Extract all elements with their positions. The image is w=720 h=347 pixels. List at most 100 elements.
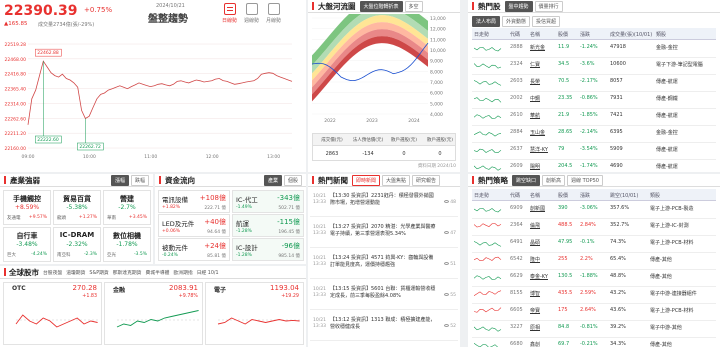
table-row[interactable]: 6542 隆中 255 2.2% 65.4% 傳產-其他 <box>472 253 716 270</box>
view-switcher: 日線勢 週線勢 月線勢 <box>222 3 281 24</box>
global-name: OTC <box>12 285 26 292</box>
news-item[interactable]: 10/21 13:33 【13:15 投資訊】5601 台聯：貨櫃運輸營收穩定成長，… <box>310 283 458 310</box>
sector-card[interactable]: 自行車 -3.48% 巨大 -4.24% <box>3 227 51 262</box>
flow-card[interactable]: 航運 -115億 -1.28% 196.45 億 <box>232 214 304 237</box>
table-row[interactable]: 6629 泰金-KY 130.5 -1.88% 48.8% 傳產-其他 <box>472 270 716 287</box>
table-row[interactable]: 3227 原相 84.8 -0.81% 39.2% 電子中游-其他 <box>472 321 716 338</box>
news-item[interactable]: 10/21 13:33 【13:24 投資訊】4571 鈞興-KY：齒輪與設備訂單能… <box>310 252 458 279</box>
news-item[interactable]: 10/21 13:33 【13:27 投資訊】2070 精湛：光學產業與醫療電子持續… <box>310 221 458 248</box>
table-row[interactable]: 2364 倫飛 488.5 2.84% 352.7% 電子上游-IC-封測 <box>472 219 716 236</box>
flow-card[interactable]: IC-設計 -96億 -1.28% 985.14 億 <box>232 238 304 261</box>
table-row[interactable]: 6605 帝寶 175 2.64% 43.6% 電子上游-PCB-材料 <box>472 304 716 321</box>
sector-card[interactable]: 貿易百貨 -5.38% 龍頭 +1.27% <box>53 190 101 225</box>
stock-name[interactable]: 晶碩 <box>530 239 540 246</box>
tab-institutional[interactable]: 法人布局 <box>472 16 501 27</box>
table-header: 日走勢 代碼 名稱 股價 漲跌 跳空(10/01) 類股 <box>472 189 716 201</box>
stock-change: 2.2% <box>580 256 593 262</box>
tab-losers[interactable]: 跌幅 <box>130 174 149 186</box>
stock-name[interactable]: 帝寶 <box>530 307 540 314</box>
tab-volume-rank[interactable]: 價量排行 <box>534 0 563 12</box>
tab-global-market[interactable]: S&P期貨 <box>88 268 110 276</box>
news-item[interactable]: 10/21 13:33 【13:12 投資訊】1313 聯成：積極擴建產能，營收穩健… <box>310 314 458 341</box>
tab-trust[interactable]: 投信買超 <box>532 16 561 27</box>
table-row[interactable]: 2888 新光金 11.9 -1.24% 47918 金融-金控 <box>472 41 716 58</box>
monthly-view-button[interactable]: 月線勢 <box>266 3 281 24</box>
stock-gap: 74.3% <box>610 239 626 245</box>
tab-market-focus[interactable]: 大盤焦點 <box>382 174 411 186</box>
weekly-view-button[interactable]: 週線勢 <box>244 3 259 24</box>
stock-name[interactable]: 隆中 <box>530 256 540 263</box>
stock-name[interactable]: 鑫創 <box>530 341 540 347</box>
table-row[interactable]: 6909 創新國 390 -3.06% 357.6% 電子上游-PCB-製造 <box>472 202 716 219</box>
sector-card[interactable]: 營建 -2.7% 華南 +3.45% <box>103 190 151 225</box>
stock-name[interactable]: 創新國 <box>530 205 545 212</box>
sector-card[interactable]: IC-DRAM -2.32% 南亞科 -2.3% <box>53 227 101 262</box>
news-headline[interactable]: 【13:15 投資訊】5601 台聯：貨櫃運輸營收穩定成長，前三季每股盈餘4.0… <box>330 286 438 300</box>
tab-stocks[interactable]: 個股 <box>283 174 302 186</box>
sector-card[interactable]: 手機觸控 +8.59% 友通電 +9.57% <box>3 190 51 225</box>
global-price: 1193.04 <box>270 284 299 292</box>
stock-name[interactable]: 新光金 <box>530 44 545 51</box>
sector-card[interactable]: 數位相機 -1.78% 亞光 -3.5% <box>103 227 151 262</box>
table-row[interactable]: 2603 長榮 70.5 -2.17% 8057 傳產-航運 <box>472 75 716 92</box>
flow-card[interactable]: 被動元件 +24億 -0.24% 85.81 億 <box>158 238 230 261</box>
stock-name[interactable]: 仁寶 <box>530 61 540 68</box>
tab-industry[interactable]: 產業 <box>263 174 282 186</box>
tab-level[interactable]: 大盤位階轉折表 <box>359 0 403 12</box>
table-row[interactable]: 2884 玉山金 28.65 -2.14% 6395 金融-金控 <box>472 126 716 143</box>
stock-name[interactable]: 玉山金 <box>530 129 545 136</box>
tab-intraday[interactable]: 盤中趨勢 <box>504 0 533 12</box>
tab-global-market[interactable]: 費城半導體 <box>144 268 171 276</box>
flow-sub: 196.45 億 <box>278 230 300 235</box>
stock-name[interactable]: 泰金-KY <box>530 273 548 280</box>
table-row[interactable]: 2002 中鋼 23.35 -0.86% 7931 傳產-鋼鐵 <box>472 92 716 109</box>
sector-stock-pct: -3.5% <box>133 252 147 257</box>
table-row[interactable]: 2637 慧洋-KY 79 -3.54% 5909 傳產-航運 <box>472 143 716 160</box>
global-sparkline <box>116 310 199 328</box>
tab-new-high[interactable]: 創新高 <box>542 174 566 186</box>
tab-longshort[interactable]: 多空 <box>404 0 423 12</box>
tab-weekly-top50[interactable]: 週線 TOP50 <box>567 174 603 186</box>
global-card[interactable]: OTC 270.28 +1.83 <box>3 282 102 345</box>
flow-card[interactable]: LED及元件 +40億 +0.06% 94.64 億 <box>158 214 230 237</box>
tab-global-market[interactable]: 道瓊期貨 <box>65 268 87 276</box>
tab-global-market[interactable]: 歐洲期指 <box>172 268 194 276</box>
table-row[interactable]: 2324 仁寶 34.5 -3.6% 10600 電子下游-筆記型電腦 <box>472 58 716 75</box>
daily-view-button[interactable]: 日線勢 <box>222 3 237 24</box>
stock-name[interactable]: 長榮 <box>530 78 540 85</box>
news-headline[interactable]: 【13:12 投資訊】1313 聯成：積極擴建產能，營收穩健成長 <box>330 317 438 331</box>
tab-research[interactable]: 研究報告 <box>412 174 441 186</box>
table-row[interactable]: 2609 陽明 204.5 -1.74% 4690 傳產-航運 <box>472 160 716 172</box>
news-headline[interactable]: 【13:27 投資訊】2070 精湛：光學產業與醫療電子持續，第三季營運表現5.… <box>330 224 438 238</box>
tab-realtime-news[interactable]: 即時新聞 <box>352 174 381 186</box>
table-row[interactable]: 6680 鑫創 69.7 -0.21% 34.3% 傳產-其他 <box>472 338 716 347</box>
tab-global-market[interactable]: 台股夜盤 <box>42 268 64 276</box>
flow-card[interactable]: 電訊設備 +108億 +1.82% 222.71 億 <box>158 190 230 213</box>
stock-name[interactable]: 原相 <box>530 324 540 331</box>
global-card[interactable]: 金融 2083.91 +9.78% <box>104 282 203 345</box>
tab-global-market[interactable]: 日經 10/1 <box>195 268 220 276</box>
low-annotation: 22222.60 <box>37 137 59 143</box>
tab-gap[interactable]: 跳空缺口 <box>512 174 541 186</box>
news-headline[interactable]: 【13:24 投資訊】4571 鈞興-KY：齒輪與設備訂單能見度高，運價持穩趨強 <box>330 255 438 269</box>
tab-foreign[interactable]: 外資動態 <box>502 16 531 27</box>
stock-code: 2002 <box>510 95 523 101</box>
stock-name[interactable]: 慧洋-KY <box>530 146 548 153</box>
stock-name[interactable]: 博智 <box>530 290 540 297</box>
column-header: 股價 <box>558 32 569 38</box>
table-row[interactable]: 8155 博智 435.5 2.59% 43.2% 電子中游-連接器組件 <box>472 287 716 304</box>
stock-name[interactable]: 陽明 <box>530 163 540 170</box>
stock-name[interactable]: 倫飛 <box>530 222 540 229</box>
news-headline[interactable]: 【13:30 投資訊】2231鈺丹：積極發展外銷國際市場，拓增營運動能 <box>330 193 438 207</box>
table-row[interactable]: 6491 晶碩 47.95 -0.1% 74.3% 電子上游-PCB-材料 <box>472 236 716 253</box>
tab-global-market[interactable]: 那斯達克期貨 <box>111 268 143 276</box>
news-item[interactable]: 10/21 13:33 【13:30 投資訊】2231鈺丹：積極發展外銷國際市場，拓… <box>310 190 458 217</box>
flow-card[interactable]: IC-代工 -343億 -1.49% 502.71 億 <box>232 190 304 213</box>
stock-name[interactable]: 華航 <box>530 112 540 119</box>
tab-gainers[interactable]: 漲幅 <box>110 174 129 186</box>
stock-name[interactable]: 中鋼 <box>530 95 540 102</box>
calendar-icon <box>245 3 258 15</box>
table-row[interactable]: 2610 華航 21.9 -1.85% 7421 傳產-航運 <box>472 109 716 126</box>
global-card[interactable]: 電子 1193.04 +19.29 <box>205 282 304 345</box>
bigmap-panel: 大盤河流圖 大盤位階轉折表 多空 13,000 12,000 11,000 10,000… <box>308 0 460 172</box>
